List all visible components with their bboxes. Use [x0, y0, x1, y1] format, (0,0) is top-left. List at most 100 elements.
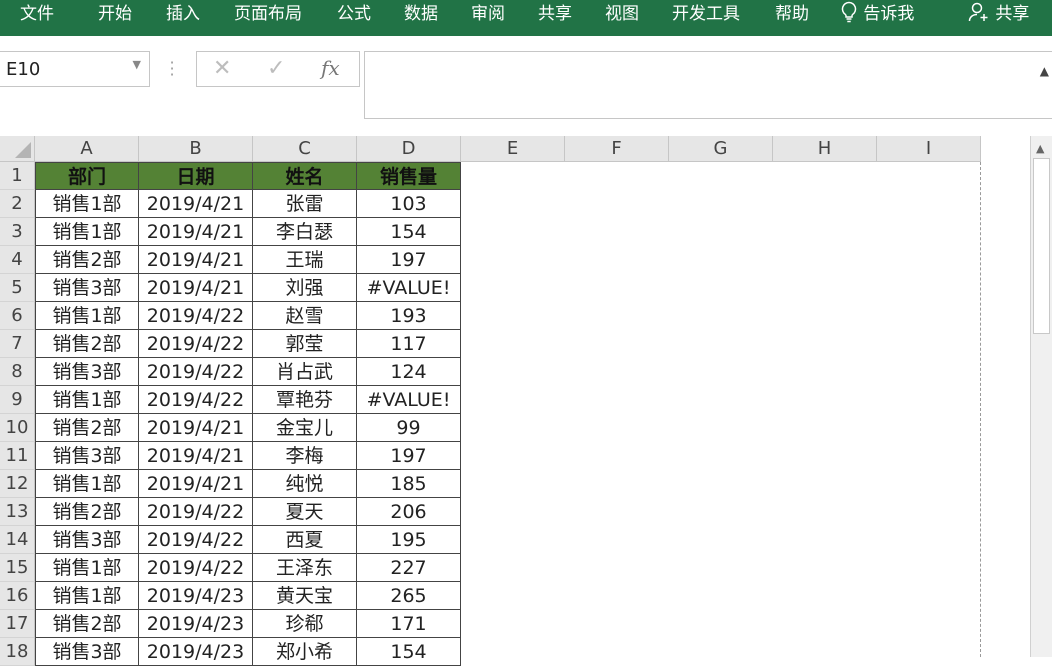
header-cell[interactable]: 销售量 — [357, 162, 461, 190]
column-header-i[interactable]: I — [877, 136, 981, 162]
table-cell[interactable]: 2019/4/22 — [139, 330, 253, 358]
tab-file[interactable]: 文件 — [20, 0, 54, 30]
row-header-17[interactable]: 17 — [0, 610, 35, 638]
row-header-1[interactable]: 1 — [0, 162, 35, 190]
collapse-formula-bar-icon[interactable]: ▲ — [1040, 64, 1049, 78]
row-header-5[interactable]: 5 — [0, 274, 35, 302]
tab-help[interactable]: 帮助 — [775, 0, 809, 30]
insert-function-icon[interactable]: fx — [321, 56, 340, 80]
row-header-9[interactable]: 9 — [0, 386, 35, 414]
table-cell[interactable]: 销售1部 — [35, 302, 139, 330]
tab-data[interactable]: 数据 — [404, 0, 438, 30]
table-cell[interactable]: 张雷 — [253, 190, 357, 218]
table-cell[interactable]: 覃艳芬 — [253, 386, 357, 414]
table-cell[interactable]: 黄天宝 — [253, 582, 357, 610]
table-cell[interactable]: 2019/4/22 — [139, 526, 253, 554]
row-header-14[interactable]: 14 — [0, 526, 35, 554]
table-cell[interactable]: 193 — [357, 302, 461, 330]
table-cell[interactable]: 99 — [357, 414, 461, 442]
tab-home[interactable]: 开始 — [98, 0, 132, 30]
table-cell[interactable]: 销售2部 — [35, 330, 139, 358]
table-cell[interactable]: 销售1部 — [35, 470, 139, 498]
table-cell[interactable]: 265 — [357, 582, 461, 610]
row-header-11[interactable]: 11 — [0, 442, 35, 470]
table-cell[interactable]: 206 — [357, 498, 461, 526]
row-header-13[interactable]: 13 — [0, 498, 35, 526]
share-button[interactable]: 共享 — [968, 0, 1029, 30]
table-cell[interactable]: 李白瑟 — [253, 218, 357, 246]
row-header-3[interactable]: 3 — [0, 218, 35, 246]
tab-view[interactable]: 视图 — [605, 0, 639, 30]
column-header-a[interactable]: A — [35, 136, 139, 162]
table-cell[interactable]: 2019/4/21 — [139, 470, 253, 498]
resize-handle-icon[interactable]: · · · — [168, 55, 176, 83]
table-cell[interactable]: 销售3部 — [35, 274, 139, 302]
table-cell[interactable]: 销售2部 — [35, 498, 139, 526]
scrollbar-thumb[interactable] — [1033, 158, 1050, 334]
tab-insert[interactable]: 插入 — [166, 0, 200, 30]
table-cell[interactable]: 郑小希 — [253, 638, 357, 666]
row-header-15[interactable]: 15 — [0, 554, 35, 582]
table-cell[interactable]: 李梅 — [253, 442, 357, 470]
table-cell[interactable]: 销售3部 — [35, 526, 139, 554]
table-cell[interactable]: 销售2部 — [35, 610, 139, 638]
table-cell[interactable]: 2019/4/23 — [139, 582, 253, 610]
column-header-c[interactable]: C — [253, 136, 357, 162]
table-cell[interactable]: 2019/4/23 — [139, 610, 253, 638]
table-cell[interactable]: 王瑞 — [253, 246, 357, 274]
tab-developer[interactable]: 开发工具 — [672, 0, 740, 30]
table-cell[interactable]: 西夏 — [253, 526, 357, 554]
row-header-10[interactable]: 10 — [0, 414, 35, 442]
header-cell[interactable]: 日期 — [139, 162, 253, 190]
name-box[interactable]: E10 ▼ — [0, 51, 150, 87]
table-cell[interactable]: 刘强 — [253, 274, 357, 302]
table-cell[interactable]: 227 — [357, 554, 461, 582]
table-cell[interactable]: 2019/4/21 — [139, 414, 253, 442]
chevron-down-icon[interactable]: ▼ — [133, 58, 141, 71]
table-cell[interactable]: 珍郗 — [253, 610, 357, 638]
cancel-icon[interactable]: ✕ — [213, 56, 231, 81]
table-cell[interactable]: 154 — [357, 218, 461, 246]
table-cell[interactable]: 195 — [357, 526, 461, 554]
table-cell[interactable]: 2019/4/21 — [139, 442, 253, 470]
column-header-g[interactable]: G — [669, 136, 773, 162]
header-cell[interactable]: 姓名 — [253, 162, 357, 190]
table-cell[interactable]: 销售1部 — [35, 554, 139, 582]
tab-formulas[interactable]: 公式 — [337, 0, 371, 30]
table-cell[interactable]: 夏天 — [253, 498, 357, 526]
column-header-b[interactable]: B — [139, 136, 253, 162]
column-header-e[interactable]: E — [461, 136, 565, 162]
enter-icon[interactable]: ✓ — [267, 56, 285, 81]
row-header-4[interactable]: 4 — [0, 246, 35, 274]
table-cell[interactable]: 赵雪 — [253, 302, 357, 330]
row-header-18[interactable]: 18 — [0, 638, 35, 666]
table-cell[interactable]: 肖占武 — [253, 358, 357, 386]
table-cell[interactable]: 纯悦 — [253, 470, 357, 498]
table-cell[interactable]: 销售3部 — [35, 358, 139, 386]
table-cell[interactable]: 销售2部 — [35, 414, 139, 442]
tab-page-layout[interactable]: 页面布局 — [234, 0, 302, 30]
row-header-16[interactable]: 16 — [0, 582, 35, 610]
formula-input[interactable]: ▲ — [364, 51, 1052, 119]
table-cell[interactable]: 197 — [357, 442, 461, 470]
table-cell[interactable]: 销售1部 — [35, 218, 139, 246]
table-cell[interactable]: 171 — [357, 610, 461, 638]
table-cell[interactable]: 2019/4/21 — [139, 218, 253, 246]
table-cell[interactable]: 103 — [357, 190, 461, 218]
table-cell[interactable]: 销售2部 — [35, 246, 139, 274]
row-header-12[interactable]: 12 — [0, 470, 35, 498]
table-cell[interactable]: 124 — [357, 358, 461, 386]
column-header-d[interactable]: D — [357, 136, 461, 162]
tab-review[interactable]: 审阅 — [471, 0, 505, 30]
column-header-f[interactable]: F — [565, 136, 669, 162]
table-cell[interactable]: 销售3部 — [35, 442, 139, 470]
table-cell[interactable]: 2019/4/21 — [139, 246, 253, 274]
table-cell[interactable]: #VALUE! — [357, 274, 461, 302]
table-cell[interactable]: 154 — [357, 638, 461, 666]
table-cell[interactable]: 销售1部 — [35, 582, 139, 610]
table-cell[interactable]: 2019/4/21 — [139, 190, 253, 218]
table-cell[interactable]: 2019/4/22 — [139, 386, 253, 414]
table-cell[interactable]: #VALUE! — [357, 386, 461, 414]
row-header-6[interactable]: 6 — [0, 302, 35, 330]
table-cell[interactable]: 2019/4/22 — [139, 358, 253, 386]
